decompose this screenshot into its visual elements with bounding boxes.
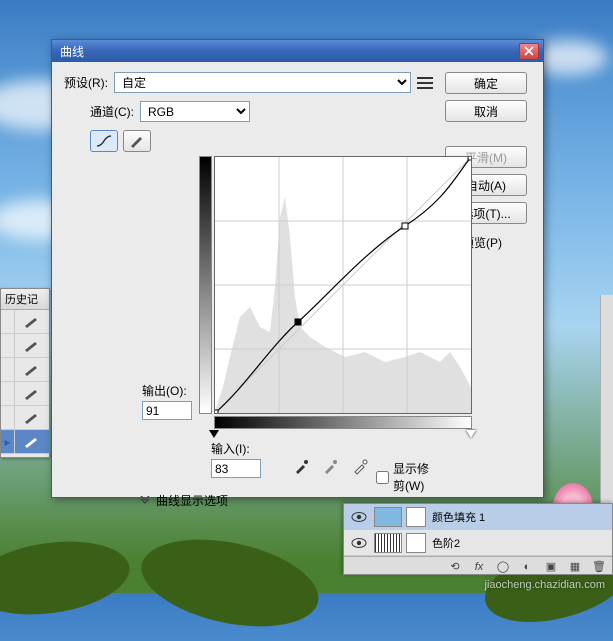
curve-display-options[interactable]: 曲线显示选项 <box>138 492 228 509</box>
pencil-icon <box>129 134 145 148</box>
ok-button[interactable]: 确定 <box>445 72 527 94</box>
layers-footer: ⟲ fx ◯ ◐ ▣ ▦ 🗑 <box>344 556 612 575</box>
curve-tool-button[interactable] <box>90 130 118 152</box>
right-side-strip <box>600 295 613 505</box>
group-icon[interactable]: ▣ <box>544 560 558 574</box>
layer-name: 颜色填充 1 <box>432 509 608 525</box>
input-label: 输入(I): <box>211 440 261 457</box>
layers-panel: 颜色填充 1 色阶2 ⟲ fx ◯ ◐ ▣ ▦ 🗑 <box>343 503 613 575</box>
layer-row[interactable]: 色阶2 <box>344 530 612 556</box>
curve-point[interactable] <box>468 156 472 160</box>
trash-icon[interactable]: 🗑 <box>592 560 606 574</box>
preset-label: 预设(R): <box>64 74 108 91</box>
eyedropper-icon <box>352 459 368 475</box>
curve-graph[interactable] <box>214 156 472 414</box>
curve-point[interactable] <box>214 410 218 414</box>
curves-dialog: 曲线 预设(R): 自定 通道(C): RGB <box>51 39 544 498</box>
preset-select[interactable]: 自定 <box>114 72 411 93</box>
preset-menu-icon[interactable] <box>417 77 433 89</box>
layer-mask-thumbnail <box>406 533 426 553</box>
curve-point[interactable] <box>402 223 408 229</box>
dialog-title: 曲线 <box>60 43 519 60</box>
output-label: 输出(O): <box>142 382 192 399</box>
white-point-slider[interactable] <box>466 430 476 438</box>
history-title: 历史记 <box>1 289 49 310</box>
layer-thumbnail <box>374 507 402 527</box>
visibility-toggle[interactable] <box>348 537 370 549</box>
channel-select[interactable]: RGB <box>140 101 250 122</box>
close-button[interactable] <box>519 43 539 60</box>
mask-icon[interactable]: ◯ <box>496 560 510 574</box>
watermark-text: jiaocheng.chazidian.com <box>485 579 605 591</box>
history-item[interactable] <box>1 334 49 358</box>
cancel-button[interactable]: 取消 <box>445 100 527 122</box>
history-item[interactable] <box>1 382 49 406</box>
fx-icon[interactable]: fx <box>472 560 486 574</box>
close-icon <box>524 46 534 56</box>
visibility-toggle[interactable] <box>348 511 370 523</box>
dialog-titlebar[interactable]: 曲线 <box>52 40 543 62</box>
show-clipping-checkbox[interactable]: 显示修剪(W) <box>376 460 433 494</box>
input-input[interactable] <box>211 459 261 478</box>
layer-mask-thumbnail <box>406 507 426 527</box>
link-layers-icon[interactable]: ⟲ <box>448 560 462 574</box>
gray-eyedropper[interactable] <box>318 457 342 477</box>
black-eyedropper[interactable] <box>289 457 313 477</box>
output-input[interactable] <box>142 401 192 420</box>
layer-thumbnail <box>374 533 402 553</box>
eye-icon <box>351 511 367 523</box>
output-gradient <box>199 156 212 414</box>
history-item[interactable] <box>1 358 49 382</box>
history-item-active[interactable]: ▸ <box>1 430 49 454</box>
layer-row[interactable]: 颜色填充 1 <box>344 504 612 530</box>
history-palette: 历史记 ▸ <box>0 288 50 458</box>
show-clipping-input[interactable] <box>376 471 389 484</box>
history-item[interactable] <box>1 406 49 430</box>
history-item[interactable] <box>1 310 49 334</box>
eyedropper-icon <box>293 459 309 475</box>
show-clipping-label: 显示修剪(W) <box>393 460 433 494</box>
pencil-tool-button[interactable] <box>123 130 151 152</box>
chevron-down-icon <box>138 496 152 506</box>
adjustment-icon[interactable]: ◐ <box>520 560 534 574</box>
disclosure-label: 曲线显示选项 <box>156 492 228 509</box>
history-source-icon: ▸ <box>4 435 10 449</box>
input-gradient <box>214 416 472 429</box>
channel-label: 通道(C): <box>90 103 134 120</box>
curve-icon <box>95 134 113 148</box>
new-layer-icon[interactable]: ▦ <box>568 560 582 574</box>
layer-name: 色阶2 <box>432 535 608 551</box>
black-point-slider[interactable] <box>209 430 219 438</box>
white-eyedropper[interactable] <box>348 457 372 477</box>
eye-icon <box>351 537 367 549</box>
curve-point-selected[interactable] <box>295 319 301 325</box>
eyedropper-icon <box>322 459 338 475</box>
